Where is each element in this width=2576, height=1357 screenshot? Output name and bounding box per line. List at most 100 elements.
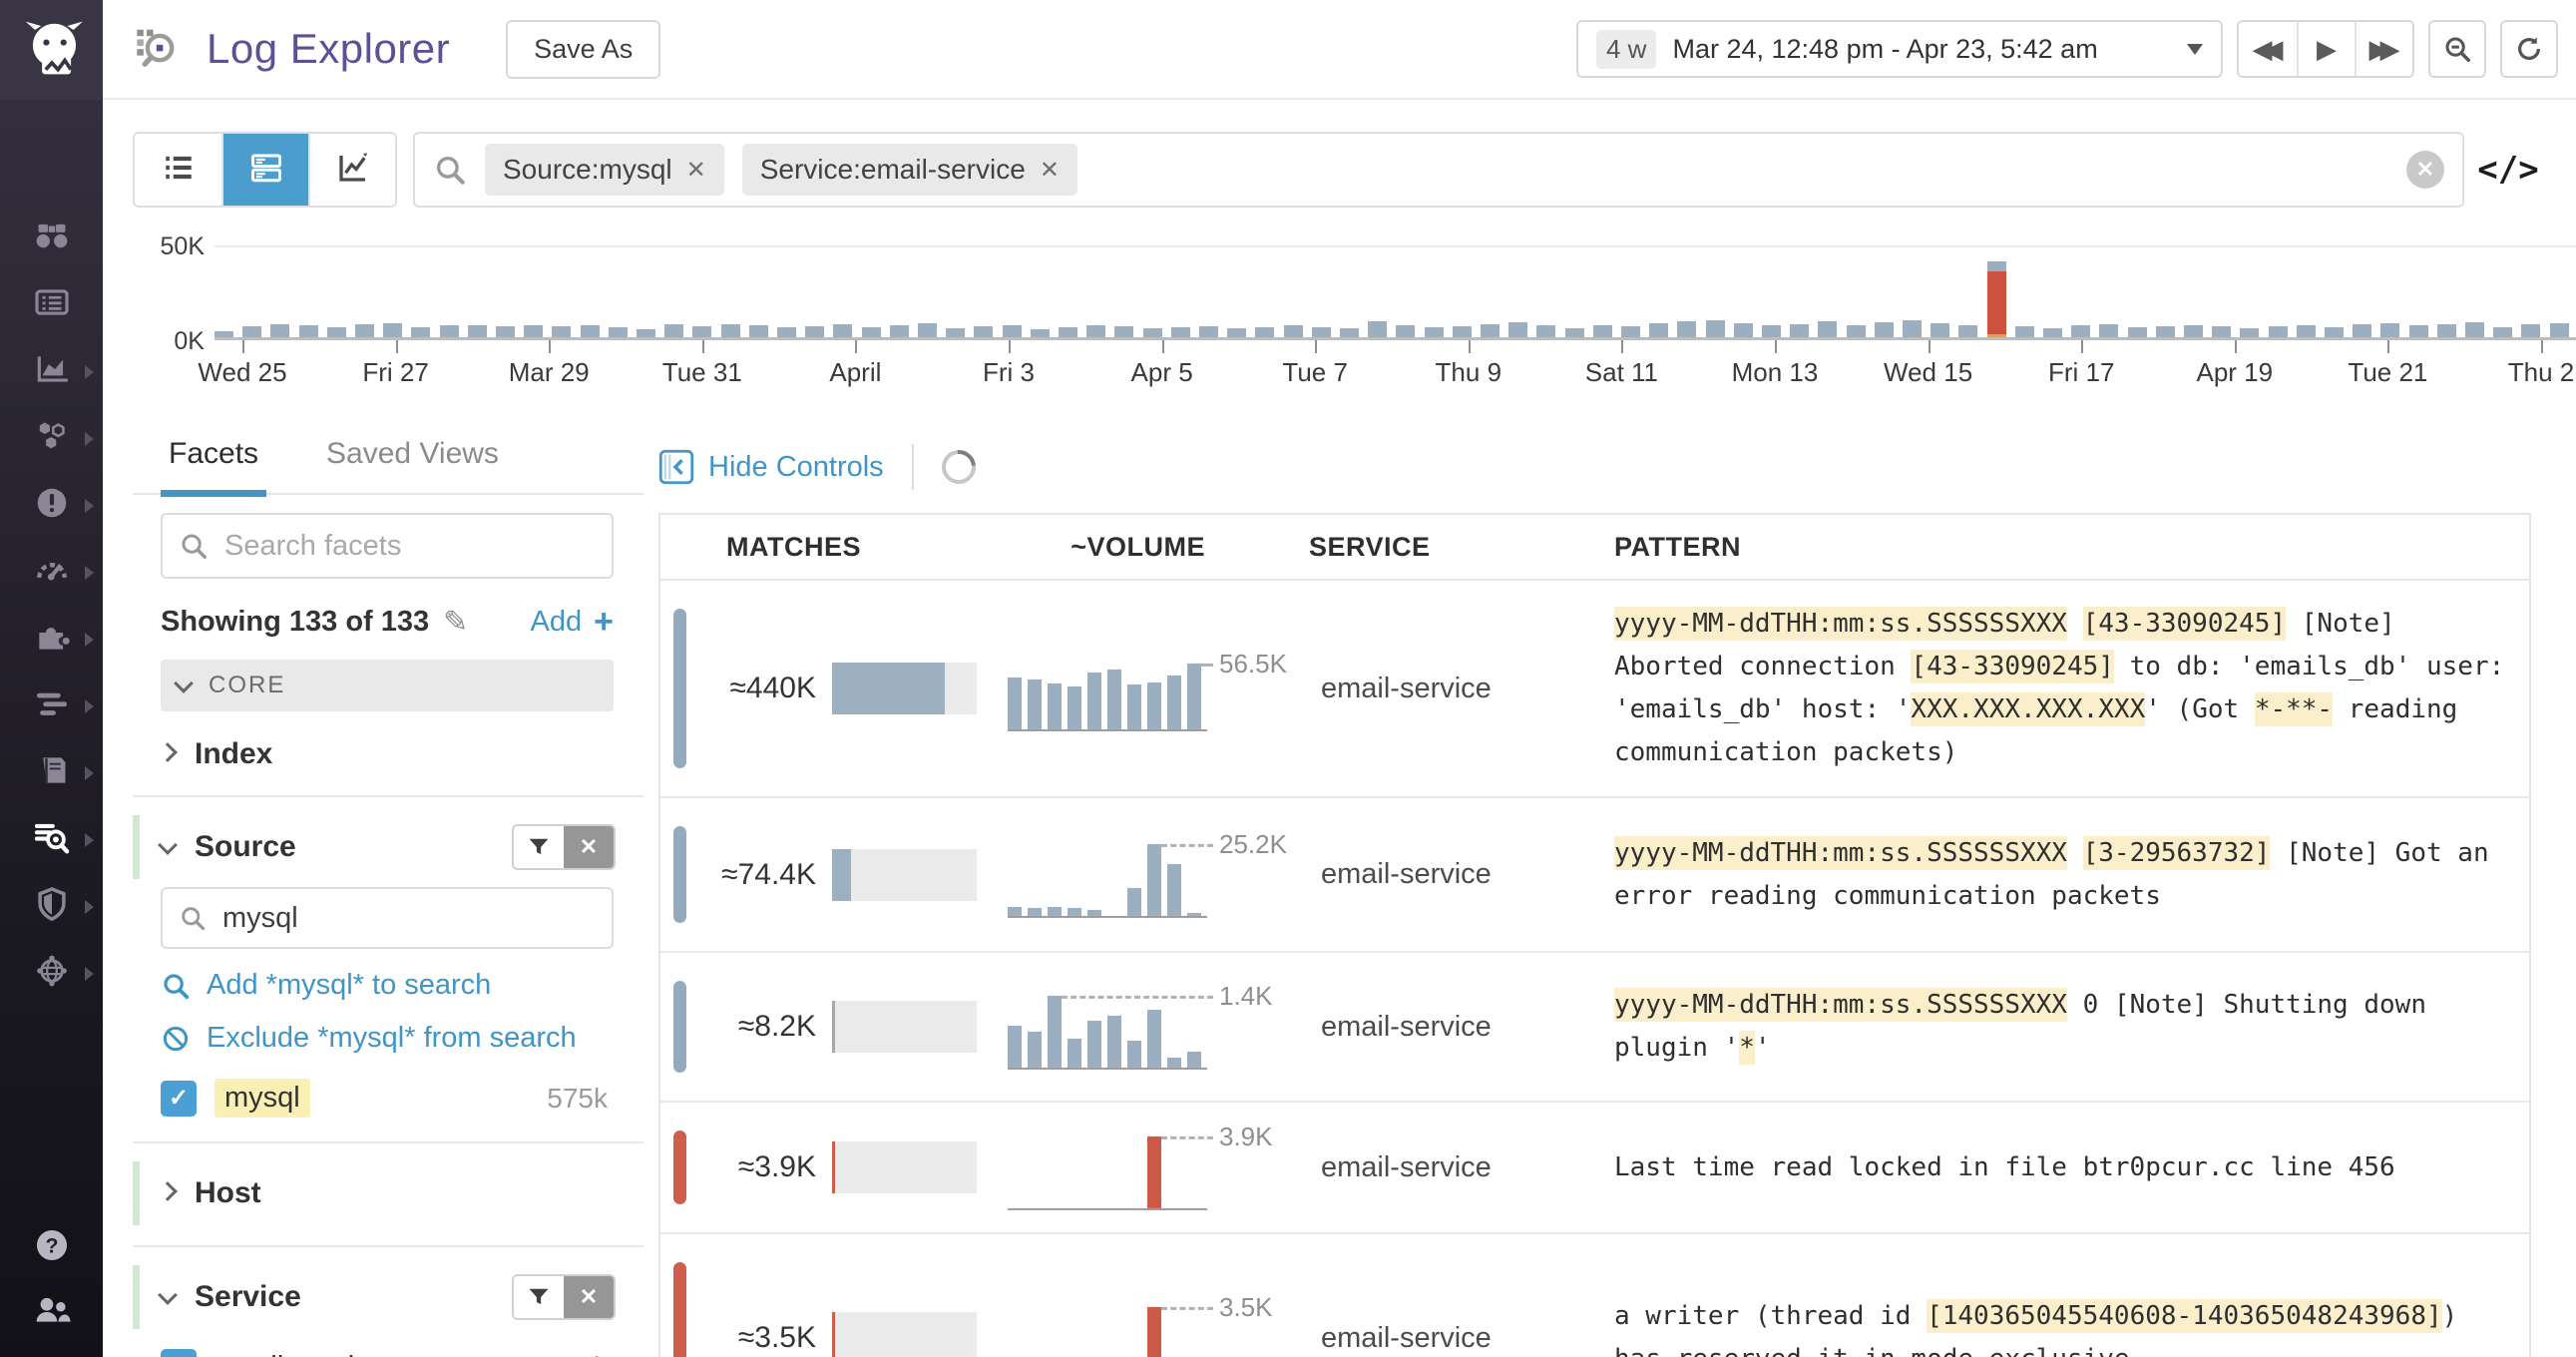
timeline-bar[interactable] <box>1903 320 1922 337</box>
pattern-row[interactable]: ≈3.5K3.5Kemail-servicea writer (thread i… <box>660 1234 2529 1357</box>
timeline-bar[interactable] <box>242 326 261 337</box>
timeline-bar[interactable] <box>2184 325 2203 338</box>
timeline-bar[interactable] <box>721 324 740 337</box>
timeline-bar[interactable] <box>468 325 487 338</box>
timeline-bar[interactable] <box>1677 321 1696 337</box>
checked-checkbox[interactable]: ✓ <box>161 1349 197 1357</box>
nav-metrics[interactable] <box>0 539 103 606</box>
timeline-bar[interactable] <box>411 327 430 337</box>
timeline-bar[interactable] <box>2353 324 2371 337</box>
pattern-row[interactable]: ≈74.4K25.2Kemail-serviceyyyy-MM-ddTHH:mm… <box>660 798 2529 953</box>
timeline-bar[interactable] <box>1453 326 1472 337</box>
time-range-selector[interactable]: 4 w Mar 24, 12:48 pm - Apr 23, 5:42 am <box>1576 20 2223 78</box>
play-button[interactable]: ▶ <box>2297 22 2355 76</box>
timeline-spike-bar-info[interactable] <box>1987 261 2006 271</box>
add-wildcard-to-search-link[interactable]: Add *mysql* to search <box>161 969 644 1002</box>
list-view-button[interactable] <box>135 134 221 206</box>
timeline-bar[interactable] <box>2043 328 2062 337</box>
save-as-button[interactable]: Save As <box>506 20 660 79</box>
timeline-bar[interactable] <box>2297 325 2316 337</box>
zoom-out-button[interactable] <box>2428 20 2486 78</box>
timeline-bar[interactable] <box>2380 323 2399 337</box>
timeline-bar[interactable] <box>2015 326 2034 337</box>
log-volume-timeline[interactable]: 50K 0K Wed 25Fri 27Mar 29Tue 31AprilFri … <box>215 245 2576 405</box>
filter-pill-service[interactable]: Service:email-service ✕ <box>742 144 1077 196</box>
timeline-bar[interactable] <box>1114 326 1133 337</box>
search-facets-input[interactable]: Search facets <box>161 513 614 579</box>
remove-filter-icon[interactable]: ✕ <box>686 156 706 185</box>
core-section-header[interactable]: CORE <box>161 660 614 711</box>
nav-security[interactable] <box>0 873 103 940</box>
timeline-bar[interactable] <box>749 325 768 337</box>
timeline-bar[interactable] <box>692 326 711 337</box>
nav-apm[interactable] <box>0 673 103 739</box>
timeline-bar[interactable] <box>524 325 543 337</box>
filter-pill-source[interactable]: Source:mysql ✕ <box>485 144 724 196</box>
timeline-bar[interactable] <box>1818 321 1837 337</box>
step-backward-button[interactable]: ◀◀ <box>2239 22 2297 76</box>
timeline-bar[interactable] <box>1255 327 1274 337</box>
search-input[interactable]: Source:mysql ✕ Service:email-service ✕ ✕ <box>413 132 2464 208</box>
timeline-bar[interactable] <box>1593 325 1612 337</box>
add-facet-button[interactable]: Add+ <box>531 603 614 642</box>
timeline-bar[interactable] <box>777 327 796 337</box>
edit-facets-icon[interactable]: ✎ <box>443 605 468 640</box>
nav-integrations[interactable] <box>0 606 103 673</box>
facet-option-mysql[interactable]: ✓mysql575k <box>161 1079 614 1118</box>
nav-help[interactable]: ? <box>0 1215 103 1279</box>
timeline-bar[interactable] <box>1536 325 1555 337</box>
timeline-bar[interactable] <box>1284 325 1303 337</box>
remove-filter-icon[interactable]: ✕ <box>1040 156 1060 185</box>
timeline-bar[interactable] <box>2550 323 2569 337</box>
timeline-bar[interactable] <box>2409 325 2428 337</box>
tab-saved-views[interactable]: Saved Views <box>322 437 503 493</box>
facet-group-service[interactable]: Service ✕ <box>133 1269 644 1325</box>
timeline-spike-bar-error[interactable] <box>1987 271 2006 335</box>
datadog-logo[interactable] <box>0 0 103 100</box>
facet-option-email-service[interactable]: ✓email-service575k <box>161 1349 614 1357</box>
timeline-bar[interactable] <box>2212 326 2231 337</box>
timeline-bar[interactable] <box>1565 328 1584 338</box>
timeline-bar[interactable] <box>355 324 374 337</box>
timeline-bar[interactable] <box>299 325 318 337</box>
timeline-bar[interactable] <box>2099 324 2118 338</box>
pattern-view-button[interactable] <box>221 134 308 206</box>
timeline-bar[interactable] <box>2071 325 2090 337</box>
timeline-bar[interactable] <box>2128 327 2147 337</box>
timeline-bar[interactable] <box>1649 323 1668 337</box>
timeline-bar[interactable] <box>2521 324 2540 337</box>
checked-checkbox[interactable]: ✓ <box>161 1081 197 1117</box>
timeline-bar[interactable] <box>383 323 402 337</box>
timeline-bar[interactable] <box>1086 325 1105 338</box>
timeline-bar[interactable] <box>1199 326 1218 337</box>
timeline-bar[interactable] <box>2325 327 2344 337</box>
timeline-bar[interactable] <box>1003 325 1022 337</box>
timeline-bar[interactable] <box>2240 328 2259 337</box>
timeline-bar[interactable] <box>215 331 233 337</box>
timeline-bar[interactable] <box>1621 326 1640 337</box>
chart-view-button[interactable] <box>308 134 395 206</box>
timeline-bar[interactable] <box>1171 327 1190 337</box>
timeline-bar[interactable] <box>552 326 571 337</box>
pattern-row[interactable]: ≈8.2K1.4Kemail-serviceyyyy-MM-ddTHH:mm:s… <box>660 953 2529 1103</box>
timeline-bar[interactable] <box>496 326 515 337</box>
refresh-button[interactable] <box>2500 20 2558 78</box>
clear-filter-icon[interactable]: ✕ <box>564 826 614 868</box>
source-filter-input[interactable]: mysql <box>161 887 614 949</box>
timeline-bar[interactable] <box>637 329 655 337</box>
timeline-bar[interactable] <box>1481 324 1500 337</box>
timeline-bar[interactable] <box>1059 327 1077 337</box>
nav-infrastructure[interactable] <box>0 405 103 472</box>
timeline-bar[interactable] <box>327 327 346 337</box>
timeline-bar[interactable] <box>918 323 937 337</box>
timeline-bar[interactable] <box>1425 327 1444 337</box>
funnel-icon[interactable] <box>514 826 564 868</box>
facet-group-host[interactable]: Host <box>133 1165 644 1221</box>
timeline-bar[interactable] <box>862 327 881 337</box>
timeline-bar[interactable] <box>833 324 852 337</box>
timeline-bar[interactable] <box>1031 329 1050 337</box>
pattern-row[interactable]: ≈440K56.5Kemail-serviceyyyy-MM-ddTHH:mm:… <box>660 581 2529 798</box>
timeline-bar[interactable] <box>946 328 965 338</box>
timeline-bar[interactable] <box>1958 325 1977 337</box>
clear-filter-icon[interactable]: ✕ <box>564 1276 614 1318</box>
